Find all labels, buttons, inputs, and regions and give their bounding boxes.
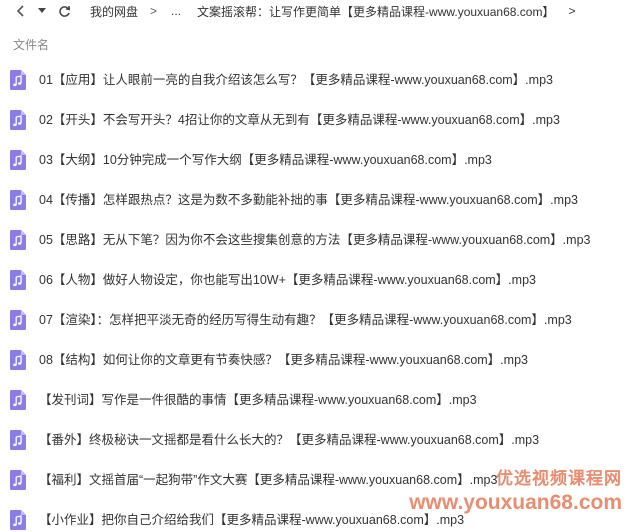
breadcrumb-home[interactable]: 我的网盘 bbox=[90, 3, 138, 20]
file-name[interactable]: 08【结构】如何让你的文章更有节奏快感？【更多精品课程-www.youxuan6… bbox=[39, 353, 528, 368]
history-dropdown-icon[interactable] bbox=[36, 2, 48, 20]
navigation-bar: 我的网盘 > ... 文案摇滚帮：让写作更简单【更多精品课程-www.youxu… bbox=[0, 0, 634, 22]
file-name[interactable]: 【番外】终极秘诀一文摇都是看什么长大的？【更多精品课程-www.youxuan6… bbox=[39, 433, 539, 448]
column-header-filename[interactable]: 文件名 bbox=[0, 34, 634, 56]
music-file-icon bbox=[10, 390, 26, 410]
music-file-icon bbox=[10, 70, 26, 90]
file-name[interactable]: 【小作业】把你自己介绍给我们【更多精品课程-www.youxuan68.com】… bbox=[39, 513, 464, 528]
file-row[interactable]: 01【应用】让人眼前一亮的自我介绍该怎么写？【更多精品课程-www.youxua… bbox=[0, 60, 634, 100]
music-file-icon bbox=[10, 510, 26, 530]
music-file-icon bbox=[10, 350, 26, 370]
file-name[interactable]: 02【开头】不会写开头？4招让你的文章从无到有【更多精品课程-www.youxu… bbox=[39, 113, 560, 128]
file-list: 01【应用】让人眼前一亮的自我介绍该怎么写？【更多精品课程-www.youxua… bbox=[0, 60, 634, 532]
file-name[interactable]: 04【传播】怎样跟热点？这是为数不多勤能补拙的事【更多精品课程-www.youx… bbox=[39, 193, 578, 208]
breadcrumb-ellipsis[interactable]: ... bbox=[171, 4, 181, 18]
file-name[interactable]: 【福利】文摇首届“一起狗带”作文大赛【更多精品课程-www.youxuan68.… bbox=[39, 473, 497, 488]
file-row[interactable]: 07【渲染】：怎样把平淡无奇的经历写得生动有趣？【更多精品课程-www.youx… bbox=[0, 300, 634, 340]
file-row[interactable]: 【福利】文摇首届“一起狗带”作文大赛【更多精品课程-www.youxuan68.… bbox=[0, 460, 634, 500]
file-row[interactable]: 02【开头】不会写开头？4招让你的文章从无到有【更多精品课程-www.youxu… bbox=[0, 100, 634, 140]
file-name[interactable]: 06【人物】做好人物设定，你也能写出10W+【更多精品课程-www.youxua… bbox=[39, 273, 536, 288]
file-row[interactable]: 04【传播】怎样跟热点？这是为数不多勤能补拙的事【更多精品课程-www.youx… bbox=[0, 180, 634, 220]
music-file-icon bbox=[10, 230, 26, 250]
file-row[interactable]: 06【人物】做好人物设定，你也能写出10W+【更多精品课程-www.youxua… bbox=[0, 260, 634, 300]
file-name[interactable]: 05【思路】无从下笔？因为你不会这些搜集创意的方法【更多精品课程-www.you… bbox=[39, 233, 590, 248]
breadcrumb-separator-end[interactable]: > bbox=[568, 4, 575, 18]
breadcrumb-separator: > bbox=[150, 4, 158, 18]
music-file-icon bbox=[10, 110, 26, 130]
file-row[interactable]: 08【结构】如何让你的文章更有节奏快感？【更多精品课程-www.youxuan6… bbox=[0, 340, 634, 380]
music-file-icon bbox=[10, 270, 26, 290]
music-file-icon bbox=[10, 150, 26, 170]
file-name[interactable]: 01【应用】让人眼前一亮的自我介绍该怎么写？【更多精品课程-www.youxua… bbox=[39, 73, 553, 88]
file-row[interactable]: 05【思路】无从下笔？因为你不会这些搜集创意的方法【更多精品课程-www.you… bbox=[0, 220, 634, 260]
music-file-icon bbox=[10, 310, 26, 330]
music-file-icon bbox=[10, 430, 26, 450]
refresh-icon[interactable] bbox=[55, 2, 73, 20]
file-name[interactable]: 【发刊词】写作是一件很酷的事情【更多精品课程-www.youxuan68.com… bbox=[39, 393, 477, 408]
file-row[interactable]: 【发刊词】写作是一件很酷的事情【更多精品课程-www.youxuan68.com… bbox=[0, 380, 634, 420]
breadcrumb-current-folder[interactable]: 文案摇滚帮：让写作更简单【更多精品课程-www.youxuan68.com】 bbox=[197, 3, 554, 20]
music-file-icon bbox=[10, 470, 26, 490]
music-file-icon bbox=[10, 190, 26, 210]
file-row[interactable]: 03【大纲】10分钟完成一个写作大纲【更多精品课程-www.youxuan68.… bbox=[0, 140, 634, 180]
file-row[interactable]: 【小作业】把你自己介绍给我们【更多精品课程-www.youxuan68.com】… bbox=[0, 500, 634, 532]
file-row[interactable]: 【番外】终极秘诀一文摇都是看什么长大的？【更多精品课程-www.youxuan6… bbox=[0, 420, 634, 460]
file-name[interactable]: 03【大纲】10分钟完成一个写作大纲【更多精品课程-www.youxuan68.… bbox=[39, 153, 492, 168]
file-name[interactable]: 07【渲染】：怎样把平淡无奇的经历写得生动有趣？【更多精品课程-www.youx… bbox=[39, 313, 572, 328]
file-browser: 我的网盘 > ... 文案摇滚帮：让写作更简单【更多精品课程-www.youxu… bbox=[0, 0, 634, 532]
back-icon[interactable] bbox=[12, 2, 30, 20]
